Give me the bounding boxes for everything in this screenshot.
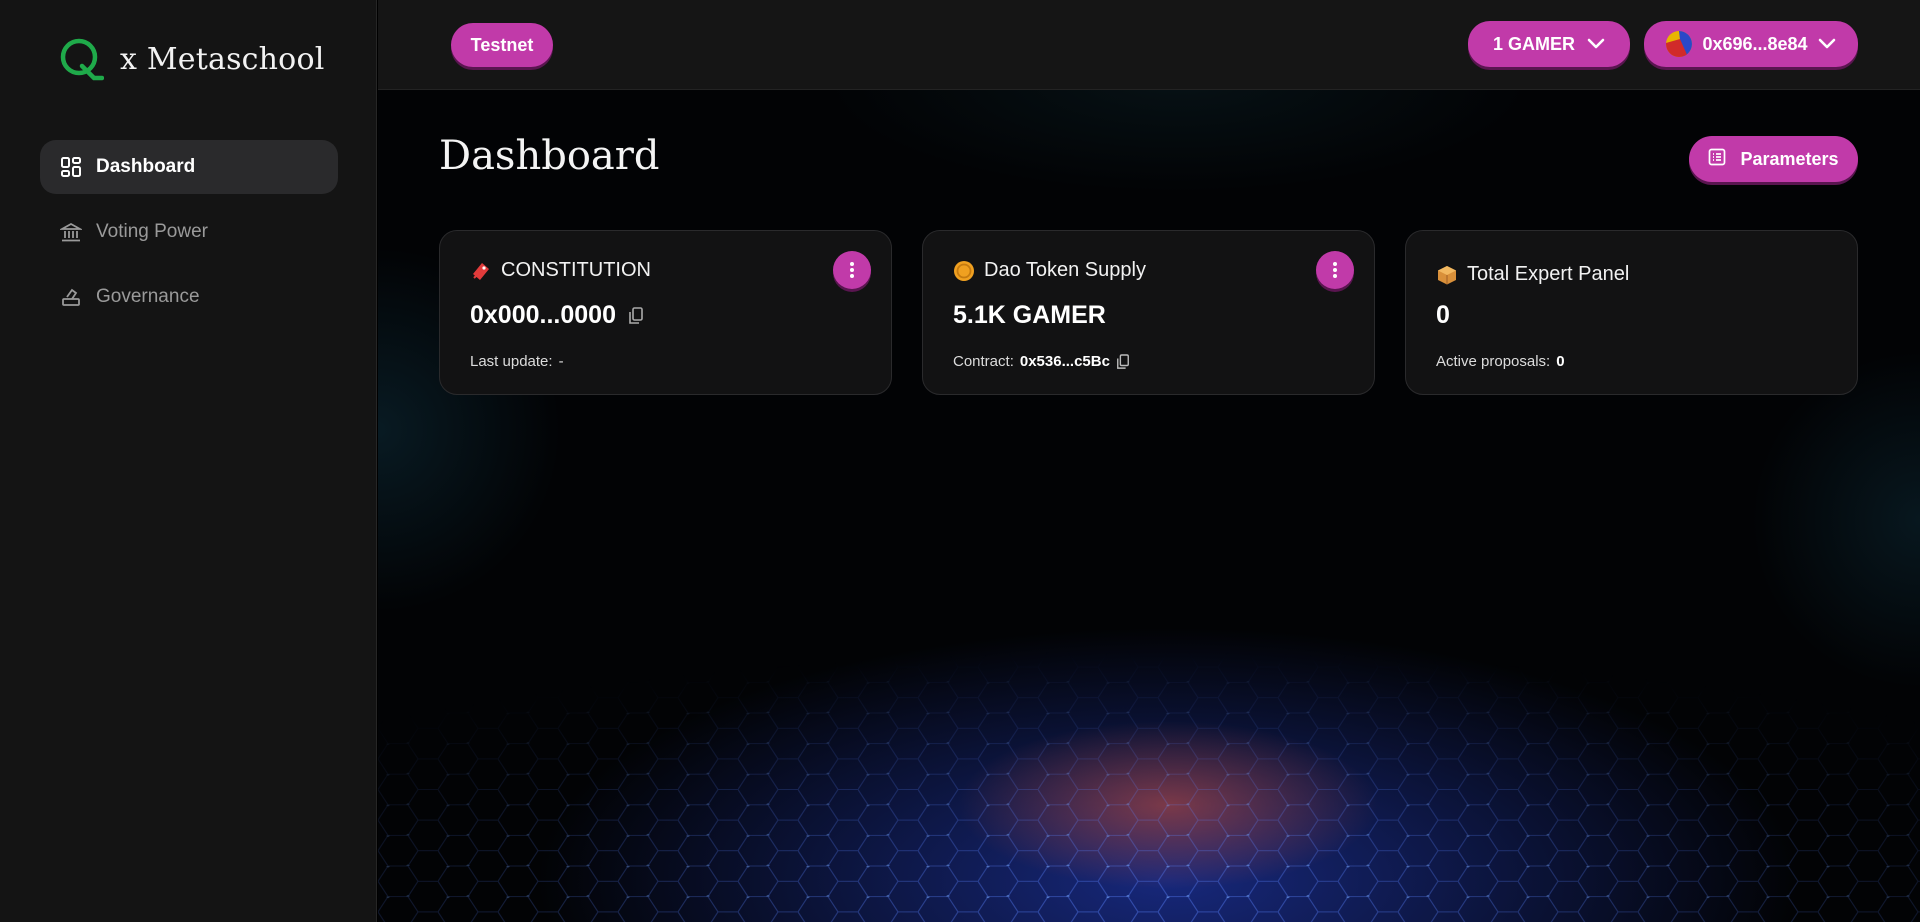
sidebar-item-voting-power[interactable]: Voting Power — [40, 205, 338, 259]
sidebar-item-dashboard[interactable]: Dashboard — [40, 140, 338, 194]
sidebar: x Metaschool Dashboard Voting Power Gove… — [0, 0, 377, 922]
active-proposals-label: Active proposals: — [1436, 353, 1551, 370]
network-button[interactable]: Testnet — [451, 23, 553, 67]
list-icon — [1708, 148, 1726, 171]
balance-label: 1 GAMER — [1492, 33, 1575, 54]
top-bar: Testnet 1 GAMER 0x696...8e84 — [378, 0, 1920, 90]
card-header: Total Expert Panel — [1436, 263, 1629, 286]
more-vertical-icon — [850, 262, 854, 278]
expert-panel-count: 0 — [1436, 301, 1450, 329]
last-update-label: Last update: — [470, 353, 553, 370]
contract-address: 0x536...c5Bc — [1019, 353, 1110, 370]
card-footer: Last update: - — [470, 353, 564, 370]
parameters-label: Parameters — [1740, 148, 1839, 169]
sidebar-item-label: Dashboard — [96, 156, 196, 177]
dashboard-icon — [60, 156, 82, 178]
card-footer: Active proposals: 0 — [1436, 353, 1565, 370]
wallet-dropdown[interactable]: 0x696...8e84 — [1644, 21, 1858, 67]
card-title: Total Expert Panel — [1467, 263, 1630, 285]
more-options-button[interactable] — [1316, 251, 1354, 289]
sidebar-item-label: Voting Power — [96, 221, 208, 242]
parameters-button[interactable]: Parameters — [1689, 136, 1858, 182]
contract-label: Contract: — [953, 353, 1014, 370]
constitution-hash: 0x000...0000 — [470, 301, 616, 329]
card-header: Dao Token Supply — [953, 259, 1146, 282]
card-header: CONSTITUTION — [470, 259, 651, 282]
dao-token-supply-card: Dao Token Supply 5.1K GAMER Contract: 0x… — [922, 230, 1375, 395]
card-value: 5.1K GAMER — [953, 301, 1106, 330]
hexagon-background-graphic — [378, 560, 1920, 922]
card-footer: Contract: 0x536...c5Bc — [953, 353, 1130, 370]
card-title: CONSTITUTION — [501, 259, 651, 281]
wallet-address: 0x696...8e84 — [1702, 33, 1808, 54]
copy-icon[interactable] — [628, 306, 644, 325]
package-icon — [1436, 264, 1458, 286]
main-content: Testnet 1 GAMER 0x696...8e84 Dashboard P… — [378, 0, 1920, 922]
coin-icon — [953, 260, 975, 282]
token-supply-value: 5.1K GAMER — [953, 301, 1106, 329]
sidebar-item-governance[interactable]: Governance — [40, 270, 338, 324]
balance-dropdown[interactable]: 1 GAMER — [1468, 21, 1630, 67]
q-logo-icon — [58, 36, 104, 82]
ticket-icon — [470, 260, 492, 282]
sidebar-item-label: Governance — [96, 286, 200, 307]
active-proposals-value: 0 — [1556, 353, 1565, 370]
brand[interactable]: x Metaschool — [58, 34, 325, 84]
bank-icon — [60, 221, 82, 243]
chevron-down-icon — [1818, 38, 1836, 50]
more-options-button[interactable] — [833, 251, 871, 289]
page-title: Dashboard — [439, 133, 660, 179]
card-title: Dao Token Supply — [984, 259, 1146, 281]
sidebar-nav: Dashboard Voting Power Governance — [40, 140, 338, 335]
wallet-avatar-icon — [1666, 31, 1693, 57]
last-update-value: - — [558, 353, 564, 370]
vote-icon — [60, 286, 82, 308]
network-label: Testnet — [470, 34, 534, 55]
expert-panel-card: Total Expert Panel 0 Active proposals: 0 — [1405, 230, 1858, 395]
copy-icon[interactable] — [1116, 353, 1130, 370]
card-value: 0x000...0000 — [470, 301, 644, 330]
constitution-card: CONSTITUTION 0x000...0000 Last update: - — [439, 230, 892, 395]
chevron-down-icon — [1587, 38, 1605, 50]
more-vertical-icon — [1333, 262, 1337, 278]
card-value: 0 — [1436, 301, 1450, 330]
brand-name: x Metaschool — [120, 41, 325, 77]
